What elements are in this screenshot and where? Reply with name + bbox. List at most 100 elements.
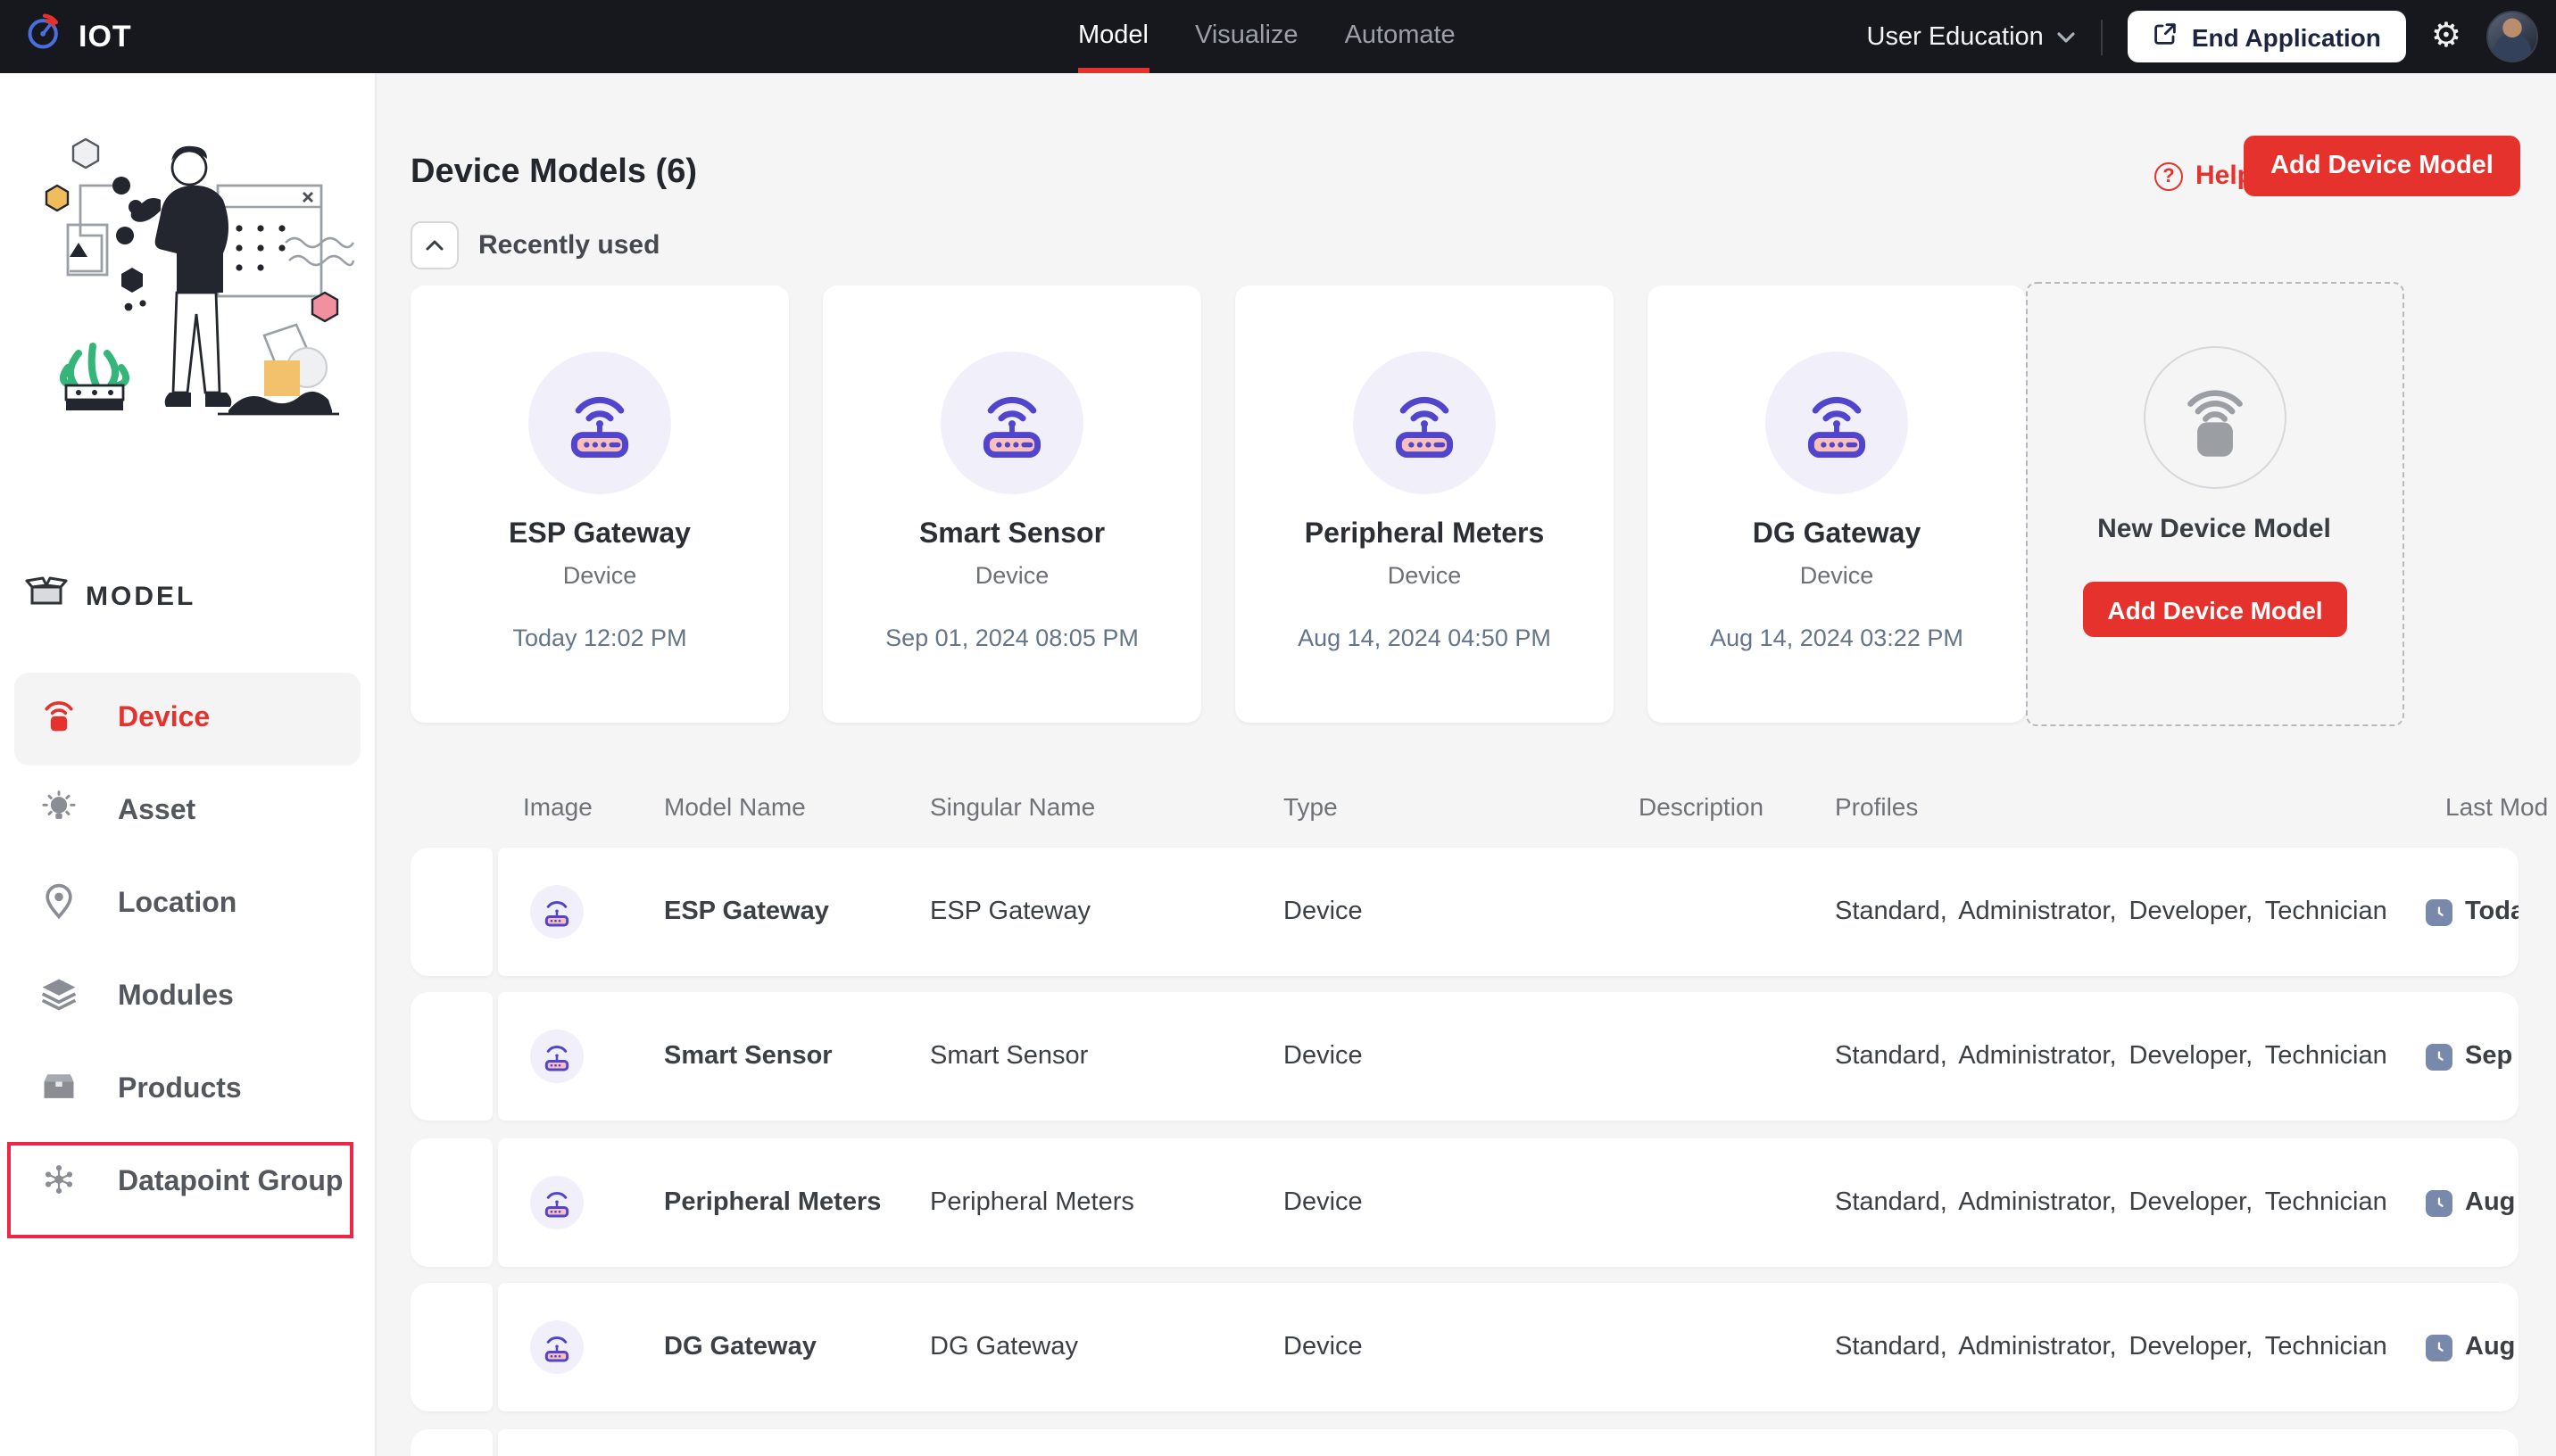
recently-used-header: Recently used [411,221,660,269]
add-device-model-button[interactable]: Add Device Model [2244,136,2520,196]
top-navbar: IOT Model Visualize Automate User Educat… [0,0,2556,73]
tab-automate[interactable]: Automate [1345,0,1456,73]
end-application-button[interactable]: End Application [2127,11,2406,62]
clock-icon [2426,1190,2452,1217]
datapoint-cluster-icon [39,1159,79,1207]
device-model-icon [941,352,1083,494]
end-application-label: End Application [2191,22,2381,51]
cell-last-modified: Today [2465,898,2519,926]
cell-last-modified: Aug 14 [2465,1188,2519,1217]
table-row[interactable]: Smart Sensor Smart Sensor Device Standar… [411,992,2519,1121]
table-row[interactable]: ESP Gateway ESP Gateway Device Standard,… [411,848,2519,976]
device-model-icon [1765,352,1908,494]
nav-divider [2100,19,2103,54]
gear-icon[interactable]: ⚙ [2431,20,2461,54]
workspace-selector[interactable]: User Education [1867,22,2076,51]
help-question-icon: ? [2154,161,2183,190]
card-model-type: Device [1799,562,1874,589]
sidebar-item-asset[interactable]: Asset [14,765,361,858]
cell-model-name: Peripheral Meters [664,1188,882,1217]
card-model-type: Device [562,562,637,589]
cell-model-name: ESP Gateway [664,898,829,926]
map-pin-icon [39,881,79,929]
device-icon [39,695,79,743]
sidebar-item-label: Asset [118,796,196,826]
generic-device-icon [2144,346,2286,489]
card-model-name: ESP Gateway [509,519,691,550]
sidebar-section-label: MODEL [86,581,196,611]
card-model-name: DG Gateway [1752,519,1921,550]
sidebar: MODEL Device Asset Location Modules Prod… [0,73,377,1456]
cell-singular-name: DG Gateway [930,1333,1078,1361]
recent-card-esp-gateway[interactable]: ESP Gateway Device Today 12:02 PM [411,285,789,723]
cell-profiles: Standard, Administrator, Developer, Tech… [1835,1042,2387,1071]
sidebar-item-datapoint-group[interactable]: Datapoint Group [14,1137,361,1229]
row-image-cell [411,1138,493,1267]
clock-icon [2426,1044,2452,1071]
recent-card-dg-gateway[interactable]: DG Gateway Device Aug 14, 2024 03:22 PM [1647,285,2026,723]
package-icon [39,1066,79,1114]
new-card-title: New Device Model [2097,514,2331,544]
table-row[interactable] [411,1429,2519,1456]
tab-visualize[interactable]: Visualize [1195,0,1299,73]
column-header-type: Type [1283,792,1338,821]
user-avatar[interactable] [2486,11,2538,62]
card-model-type: Device [1387,562,1462,589]
cell-model-name: DG Gateway [664,1333,817,1361]
card-model-type: Device [975,562,1050,589]
sidebar-item-label: Datapoint Group [118,1167,344,1197]
cell-singular-name: Smart Sensor [930,1042,1089,1071]
row-body: ESP Gateway ESP Gateway Device Standard,… [498,848,2519,976]
column-header-model-name: Model Name [664,792,806,821]
column-header-profiles: Profiles [1835,792,1919,821]
sidebar-item-products[interactable]: Products [14,1044,361,1137]
sidebar-item-modules[interactable]: Modules [14,951,361,1044]
iot-gauge-logo-icon [25,12,64,61]
cell-singular-name: Peripheral Meters [930,1188,1134,1217]
row-body: Smart Sensor Smart Sensor Device Standar… [498,992,2519,1121]
page-title: Device Models (6) [411,153,697,191]
add-device-model-card-button[interactable]: Add Device Model [2083,582,2347,637]
external-link-icon [2153,21,2178,52]
app-root: IOT Model Visualize Automate User Educat… [0,0,2556,1456]
recently-used-label: Recently used [478,230,660,261]
column-header-description: Description [1639,792,1764,821]
help-link[interactable]: ? Help [2154,161,2253,191]
row-body: Peripheral Meters Peripheral Meters Devi… [498,1138,2519,1267]
cell-profiles: Standard, Administrator, Developer, Tech… [1835,898,2387,926]
new-device-model-card: New Device Model Add Device Model [2026,282,2404,726]
logo-text: IOT [79,19,132,53]
row-body [498,1429,2519,1456]
table-row[interactable]: Peripheral Meters Peripheral Meters Devi… [411,1138,2519,1267]
row-image-cell [411,1283,493,1411]
card-model-name: Peripheral Meters [1304,519,1545,550]
cell-type: Device [1283,1042,1363,1071]
sidebar-item-location[interactable]: Location [14,858,361,951]
recent-card-smart-sensor[interactable]: Smart Sensor Device Sep 01, 2024 08:05 P… [823,285,1201,723]
cell-last-modified: Sep 0 [2465,1042,2519,1071]
main-content: Device Models (6) ? Help Add Device Mode… [375,73,2556,1456]
sidebar-item-label: Modules [118,981,234,1012]
row-device-icon [530,885,584,939]
column-header-image: Image [523,792,593,821]
collapse-section-button[interactable] [411,221,459,269]
tab-model[interactable]: Model [1078,0,1149,73]
table-row[interactable]: DG Gateway DG Gateway Device Standard, A… [411,1283,2519,1411]
recent-card-peripheral-meters[interactable]: Peripheral Meters Device Aug 14, 2024 04… [1235,285,1614,723]
sidebar-section-model: MODEL [25,576,195,616]
cell-model-name: Smart Sensor [664,1042,833,1071]
column-header-last-modified: Last Mod [2445,792,2549,821]
cell-profiles: Standard, Administrator, Developer, Tech… [1835,1333,2387,1361]
clock-icon [2426,899,2452,926]
navbar-right: User Education End Application ⚙ [1867,0,2538,73]
cell-type: Device [1283,1333,1363,1361]
cell-type: Device [1283,1188,1363,1217]
card-model-name: Smart Sensor [918,519,1106,550]
sidebar-illustration [45,137,355,416]
cell-profiles: Standard, Administrator, Developer, Tech… [1835,1188,2387,1217]
row-device-icon [530,1176,584,1229]
app-logo[interactable]: IOT [25,0,132,73]
model-box-icon [25,576,68,616]
sidebar-item-device[interactable]: Device [14,673,361,765]
lightbulb-icon [39,788,79,836]
